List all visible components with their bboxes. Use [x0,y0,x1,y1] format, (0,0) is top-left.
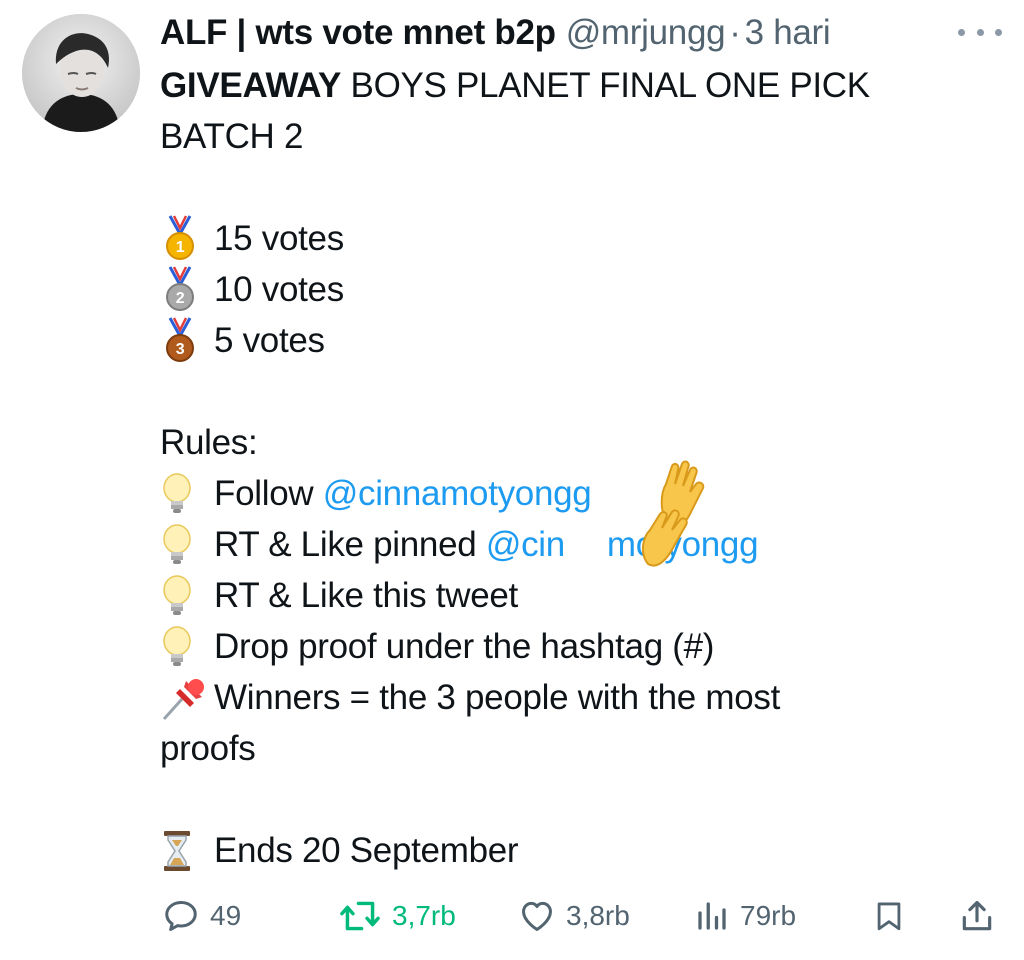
rule-text: Winners = the 3 people with the most [214,678,781,717]
light-bulb-icon [160,621,214,672]
rules-heading: Rules: [160,417,990,468]
reply-count: 49 [210,900,242,931]
retweet-count: 3,7rb [392,900,456,931]
rule-text: RT & Like pinned [214,525,486,564]
rule-text: Follow [214,474,323,513]
more-icon[interactable] [958,22,1002,42]
pushpin-icon [160,672,214,723]
tweet-line-text: BATCH 2 [160,117,304,156]
share-button[interactable] [958,890,996,942]
prize-text: 5 votes [214,321,325,360]
views-button[interactable]: 79rb [694,890,796,942]
bookmark-button[interactable] [872,890,906,942]
light-bulb-icon [160,519,214,570]
tweet-action-bar: 49 3,7rb 3,8rb 79rb [0,890,1024,942]
tweet-body: GIVEAWAY BOYS PLANET FINAL ONE PICK BATC… [160,60,990,876]
tweet-header: ALF | wts vote mnet b2p @mrjungg · 3 har… [160,10,831,56]
rule-row-2: RT & Like pinned @cin motyongg [160,519,990,570]
giveaway-bold-text: GIVEAWAY [160,66,342,105]
like-icon [518,897,556,935]
views-icon [694,897,730,935]
ends-text: Ends 20 September [214,831,519,870]
tweet-line: BATCH 2 [160,111,990,162]
light-bulb-icon [160,570,214,621]
rule-row-3: RT & Like this tweet [160,570,990,621]
bookmark-icon [872,897,906,935]
tweet-timestamp[interactable]: 3 hari [745,13,831,53]
avatar[interactable] [22,14,140,132]
ends-row: Ends 20 September [160,825,990,876]
svg-text:1: 1 [176,239,185,256]
mention-link[interactable]: @cinnamotyongg [323,468,592,519]
tweet-line: GIVEAWAY BOYS PLANET FINAL ONE PICK [160,60,990,111]
bronze-medal-icon: 3 [160,315,214,366]
display-name[interactable]: ALF | wts vote mnet b2p [160,13,556,53]
like-count: 3,8rb [566,900,630,931]
rule-text: Drop proof under the hashtag (#) [214,627,715,666]
separator-dot: · [729,13,741,52]
rule-row-1: Follow @cinnamotyongg [160,460,990,567]
clapping-hands-icon [638,454,710,588]
gold-medal-icon: 1 [160,213,214,264]
like-button[interactable]: 3,8rb [518,890,630,942]
share-icon [958,897,996,935]
prize-text: 15 votes [214,219,344,258]
rules-heading-text: Rules: [160,423,258,462]
reply-icon [162,897,200,935]
rule-row-4: Drop proof under the hashtag (#) [160,621,990,672]
hourglass-icon [160,825,214,876]
rule-text: RT & Like this tweet [214,576,518,615]
retweet-button[interactable]: 3,7rb [338,890,456,942]
views-count: 79rb [740,900,797,931]
prize-row-2: 2 10 votes [160,264,990,315]
light-bulb-icon [160,468,214,519]
prize-row-1: 1 15 votes [160,213,990,264]
reply-button[interactable]: 49 [162,890,241,942]
user-handle[interactable]: @mrjungg [566,13,726,53]
svg-text:3: 3 [176,341,185,358]
svg-text:2: 2 [176,290,185,307]
rule-text: proofs [160,729,256,768]
rule-row-5: Winners = the 3 people with the most [160,672,990,723]
tweet-line-text: BOYS PLANET FINAL ONE PICK [341,66,871,105]
retweet-icon [338,897,382,935]
mention-link-a[interactable]: @cin [486,519,565,570]
rule-row-5-cont: proofs [160,723,990,774]
prize-text: 10 votes [214,270,344,309]
prize-row-3: 3 5 votes [160,315,990,366]
silver-medal-icon: 2 [160,264,214,315]
